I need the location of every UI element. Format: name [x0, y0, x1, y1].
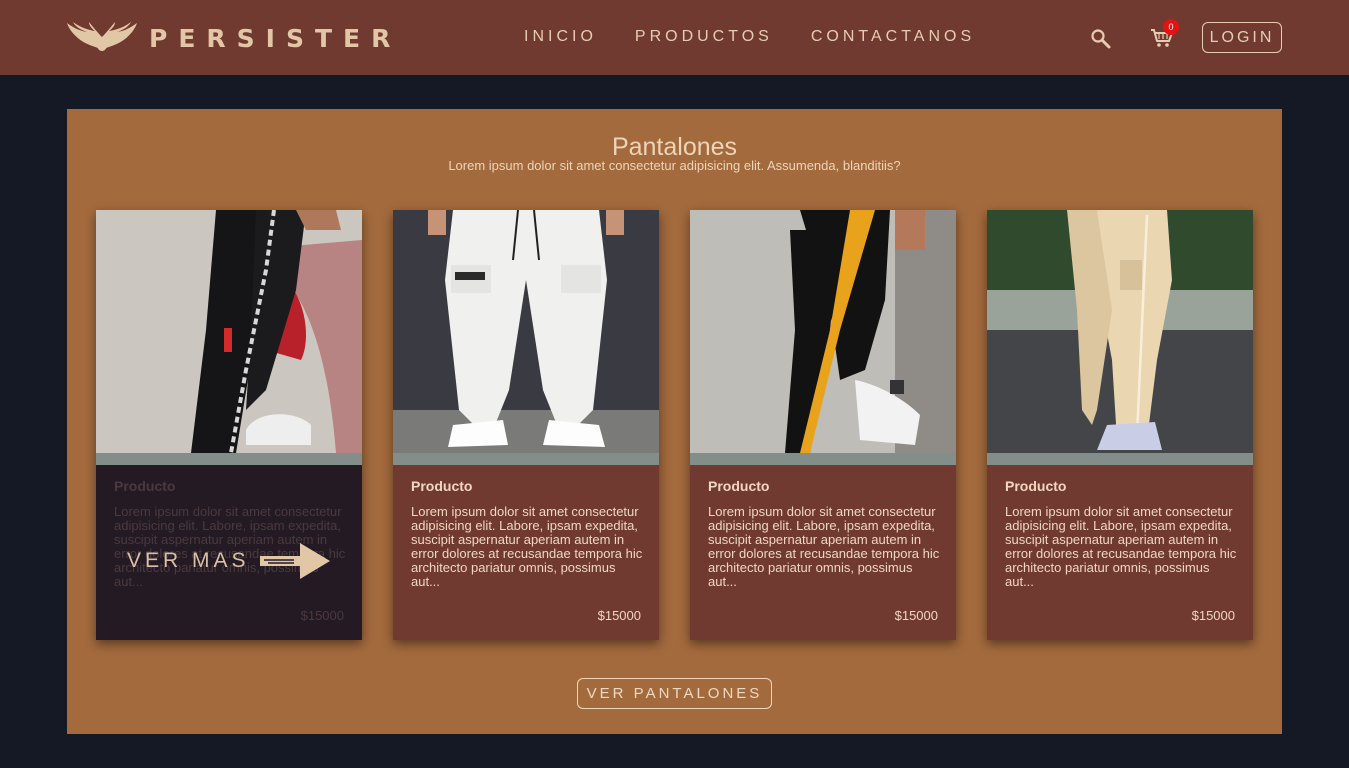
brand-name: PERSISTER: [149, 23, 402, 53]
product-image: [393, 210, 659, 453]
ver-mas-label: VER MAS: [127, 549, 250, 572]
image-divider-strip: [987, 453, 1253, 465]
product-card[interactable]: Producto Lorem ipsum dolor sit amet cons…: [96, 210, 362, 640]
product-description: Lorem ipsum dolor sit amet consectetur a…: [708, 504, 940, 589]
section-subtitle: Lorem ipsum dolor sit amet consectetur a…: [448, 158, 901, 173]
nav-link-inicio[interactable]: INICIO: [524, 28, 597, 46]
search-button[interactable]: [1090, 28, 1112, 50]
search-icon: [1091, 29, 1111, 49]
image-divider-strip: [690, 453, 956, 465]
product-image: [690, 210, 956, 453]
product-image: [96, 210, 362, 453]
product-card[interactable]: Producto Lorem ipsum dolor sit amet cons…: [690, 210, 956, 640]
cart-count-badge: 0: [1163, 19, 1179, 35]
product-card[interactable]: Producto Lorem ipsum dolor sit amet cons…: [987, 210, 1253, 640]
product-price: $15000: [597, 608, 641, 623]
image-divider-strip: [96, 453, 362, 465]
pantalones-section: Pantalones Lorem ipsum dolor sit amet co…: [67, 109, 1282, 734]
product-price: $15000: [1191, 608, 1235, 623]
ver-pantalones-button[interactable]: VER PANTALONES: [577, 678, 772, 709]
product-title: Producto: [411, 478, 473, 494]
image-divider-strip: [393, 453, 659, 465]
login-button[interactable]: LOGIN: [1202, 22, 1282, 53]
product-card[interactable]: Producto Lorem ipsum dolor sit amet cons…: [393, 210, 659, 640]
wings-logo-icon: [67, 22, 137, 51]
brand-logo[interactable]: PERSISTER: [67, 20, 401, 56]
product-title: Producto: [708, 478, 770, 494]
product-image: [987, 210, 1253, 453]
product-price: $15000: [894, 608, 938, 623]
main-nav: INICIO PRODUCTOS CONTACTANOS: [524, 28, 975, 46]
product-description: Lorem ipsum dolor sit amet consectetur a…: [1005, 504, 1237, 589]
arrow-right-icon: [260, 543, 330, 579]
product-description: Lorem ipsum dolor sit amet consectetur a…: [411, 504, 643, 589]
site-header: PERSISTER INICIO PRODUCTOS CONTACTANOS 0…: [0, 0, 1349, 75]
nav-link-contactanos[interactable]: CONTACTANOS: [811, 28, 975, 46]
ver-mas-overlay[interactable]: VER MAS: [96, 465, 362, 640]
nav-link-productos[interactable]: PRODUCTOS: [635, 28, 773, 46]
product-title: Producto: [1005, 478, 1067, 494]
